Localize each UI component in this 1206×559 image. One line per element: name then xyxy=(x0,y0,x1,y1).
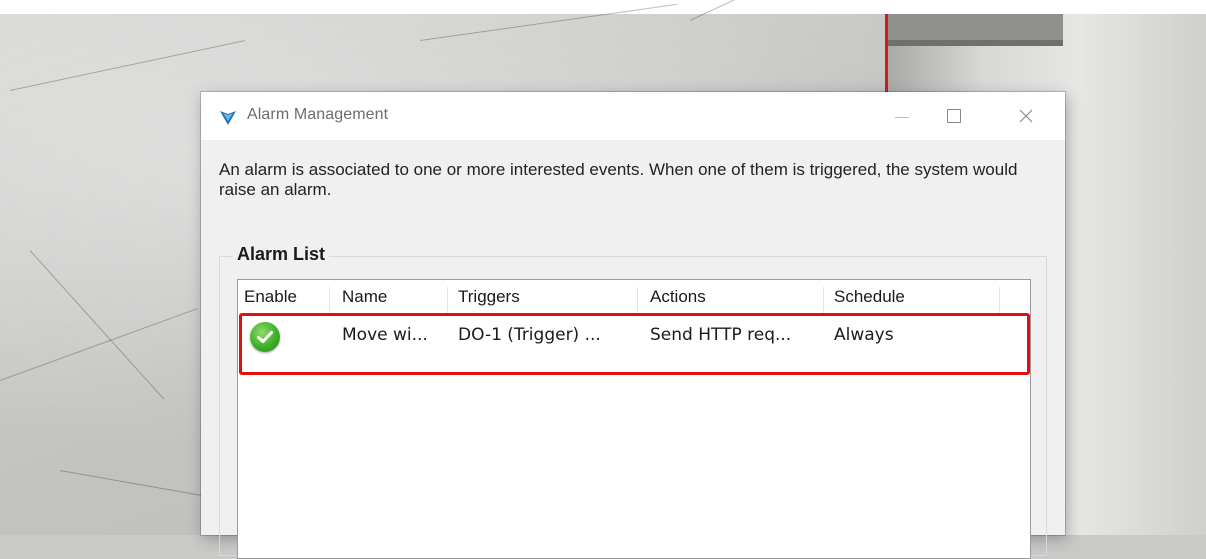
column-header-actions[interactable]: Actions xyxy=(644,287,824,313)
column-header-name[interactable]: Name xyxy=(336,287,448,313)
minimize-icon xyxy=(895,116,909,118)
column-header-triggers[interactable]: Triggers xyxy=(452,287,638,313)
close-button[interactable] xyxy=(1003,92,1049,140)
dialog-description: An alarm is associated to one or more in… xyxy=(219,160,1018,199)
list-header: Enable Name Triggers Actions Schedule xyxy=(238,280,1030,313)
floor-crack xyxy=(0,308,198,381)
title-bar[interactable]: Alarm Management xyxy=(201,92,1065,140)
floor-crack xyxy=(59,470,218,499)
floor-crack xyxy=(29,250,165,400)
top-strip xyxy=(0,0,1206,14)
column-header-schedule[interactable]: Schedule xyxy=(828,287,1000,313)
window-title: Alarm Management xyxy=(247,106,389,123)
close-icon xyxy=(1019,109,1033,123)
background-dark-strip xyxy=(888,14,1063,40)
maximize-button[interactable] xyxy=(931,92,977,140)
row-highlight-annotation xyxy=(239,313,1030,375)
maximize-icon xyxy=(947,109,961,123)
background-dark-bar xyxy=(888,40,1063,46)
alarm-list-label: Alarm List xyxy=(233,244,330,265)
column-header-enable[interactable]: Enable xyxy=(238,287,330,313)
minimize-button[interactable] xyxy=(879,92,925,140)
app-logo-icon xyxy=(219,108,237,126)
floor-crack xyxy=(9,40,245,91)
background-red-line xyxy=(885,14,888,94)
